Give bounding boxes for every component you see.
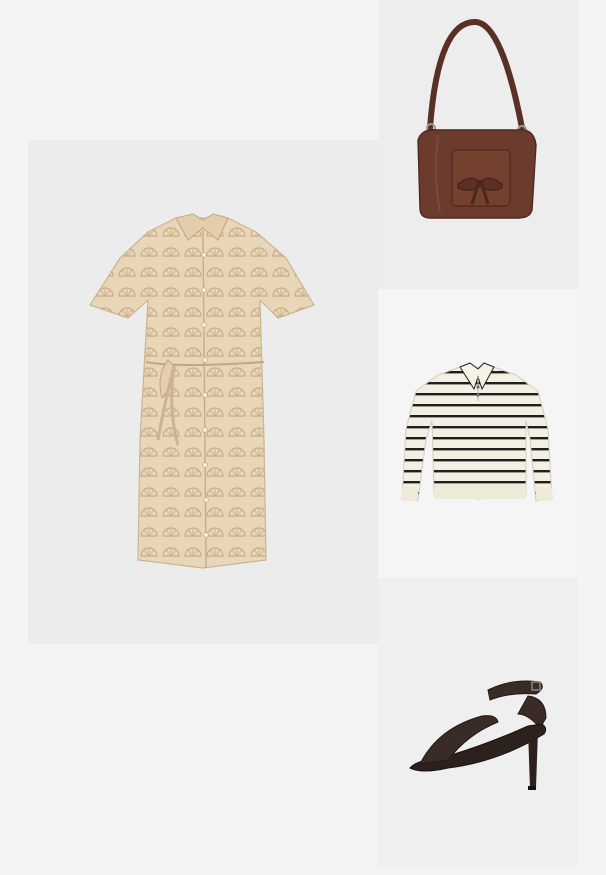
striped-polo-sweater-image — [401, 362, 553, 502]
sandal-product-tile[interactable] — [378, 578, 578, 867]
shoulder-bag-image — [417, 19, 537, 219]
shirt-dress-image — [89, 213, 315, 569]
dress-product-tile[interactable] — [28, 140, 378, 644]
heeled-sandal-image — [409, 680, 547, 790]
sweater-product-tile[interactable] — [378, 289, 578, 578]
bag-product-tile[interactable] — [378, 0, 578, 289]
